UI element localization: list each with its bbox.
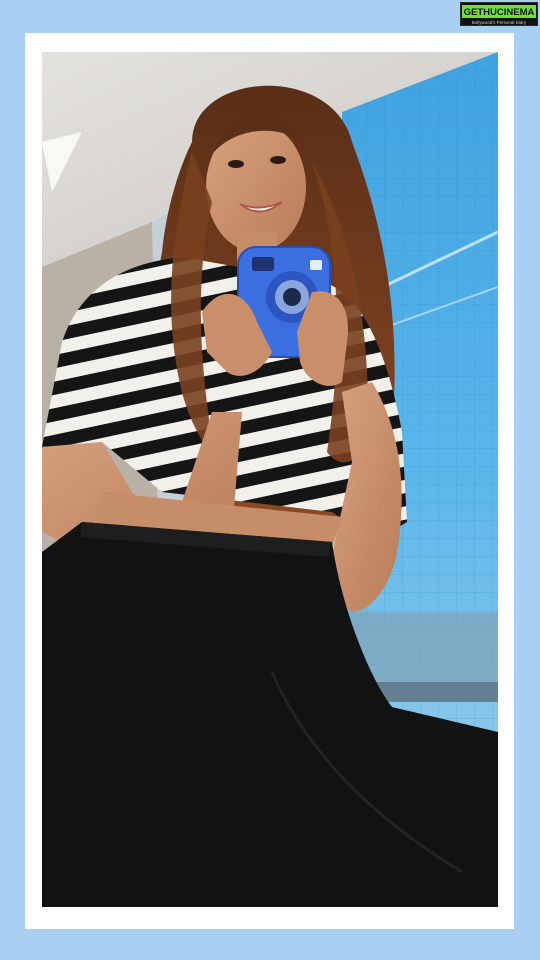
watermark-text: GETHUCINEMA (464, 7, 535, 18)
watermark-graphic: GETHUCINEMA Bollywood's Personal Diary (462, 5, 536, 25)
watermark-logo: GETHUCINEMA Bollywood's Personal Diary (460, 2, 538, 26)
watermark-tagline: Bollywood's Personal Diary (472, 20, 527, 25)
photo (42, 52, 498, 907)
photo-illustration (42, 52, 498, 907)
